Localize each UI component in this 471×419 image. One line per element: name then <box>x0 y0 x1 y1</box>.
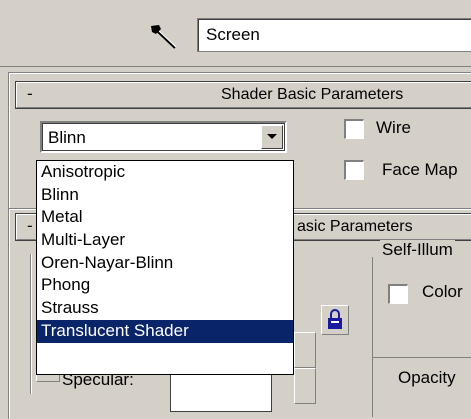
face-map-label: Face Map <box>382 160 458 179</box>
wire-checkbox[interactable] <box>344 119 364 139</box>
shader-dropdown-list[interactable]: Anisotropic Blinn Metal Multi-Layer Oren… <box>36 160 294 375</box>
eyedropper-icon[interactable] <box>147 22 181 52</box>
self-illum-group-border <box>372 357 471 358</box>
self-illum-label: Self-Illum <box>380 240 455 260</box>
combobox-value: Blinn <box>48 128 86 147</box>
self-illum-color-label: Color <box>422 282 463 301</box>
shader-option-anisotropic[interactable]: Anisotropic <box>37 161 293 184</box>
self-illum-color-checkbox[interactable] <box>388 284 408 304</box>
collapse-icon: - <box>27 84 33 103</box>
shader-option-phong[interactable]: Phong <box>37 274 293 297</box>
shader-option-translucent-shader[interactable]: Translucent Shader <box>37 319 293 343</box>
rollout-title: Shader Basic Parameters <box>221 86 404 103</box>
opacity-label: Opacity <box>398 368 456 387</box>
shader-option-multi-layer[interactable]: Multi-Layer <box>37 229 293 252</box>
rollout-title: asic Parameters <box>297 218 413 235</box>
opacity-group-border <box>372 337 373 417</box>
map-button[interactable] <box>294 368 316 404</box>
shader-option-metal[interactable]: Metal <box>37 206 293 229</box>
lock-icon <box>328 309 342 329</box>
face-map-checkbox[interactable] <box>344 160 364 180</box>
material-name-value: Screen <box>206 25 260 44</box>
material-name-field[interactable]: Screen <box>197 18 471 52</box>
map-button[interactable] <box>294 332 316 368</box>
wire-label: Wire <box>376 118 411 137</box>
chevron-down-icon[interactable] <box>261 125 283 149</box>
group-box-border <box>31 254 32 394</box>
shader-rollout-header[interactable]: - Shader Basic Parameters <box>16 82 471 108</box>
shader-option-oren-nayar-blinn[interactable]: Oren-Nayar-Blinn <box>37 252 293 275</box>
material-name-toolbar: Screen <box>0 0 471 67</box>
lock-button[interactable] <box>321 305 349 335</box>
shader-type-combobox[interactable]: Blinn <box>40 121 287 153</box>
specular-color-swatch[interactable] <box>170 372 272 412</box>
shader-option-blinn[interactable]: Blinn <box>37 184 293 207</box>
shader-option-strauss[interactable]: Strauss <box>37 297 293 320</box>
collapse-icon: - <box>27 216 33 235</box>
